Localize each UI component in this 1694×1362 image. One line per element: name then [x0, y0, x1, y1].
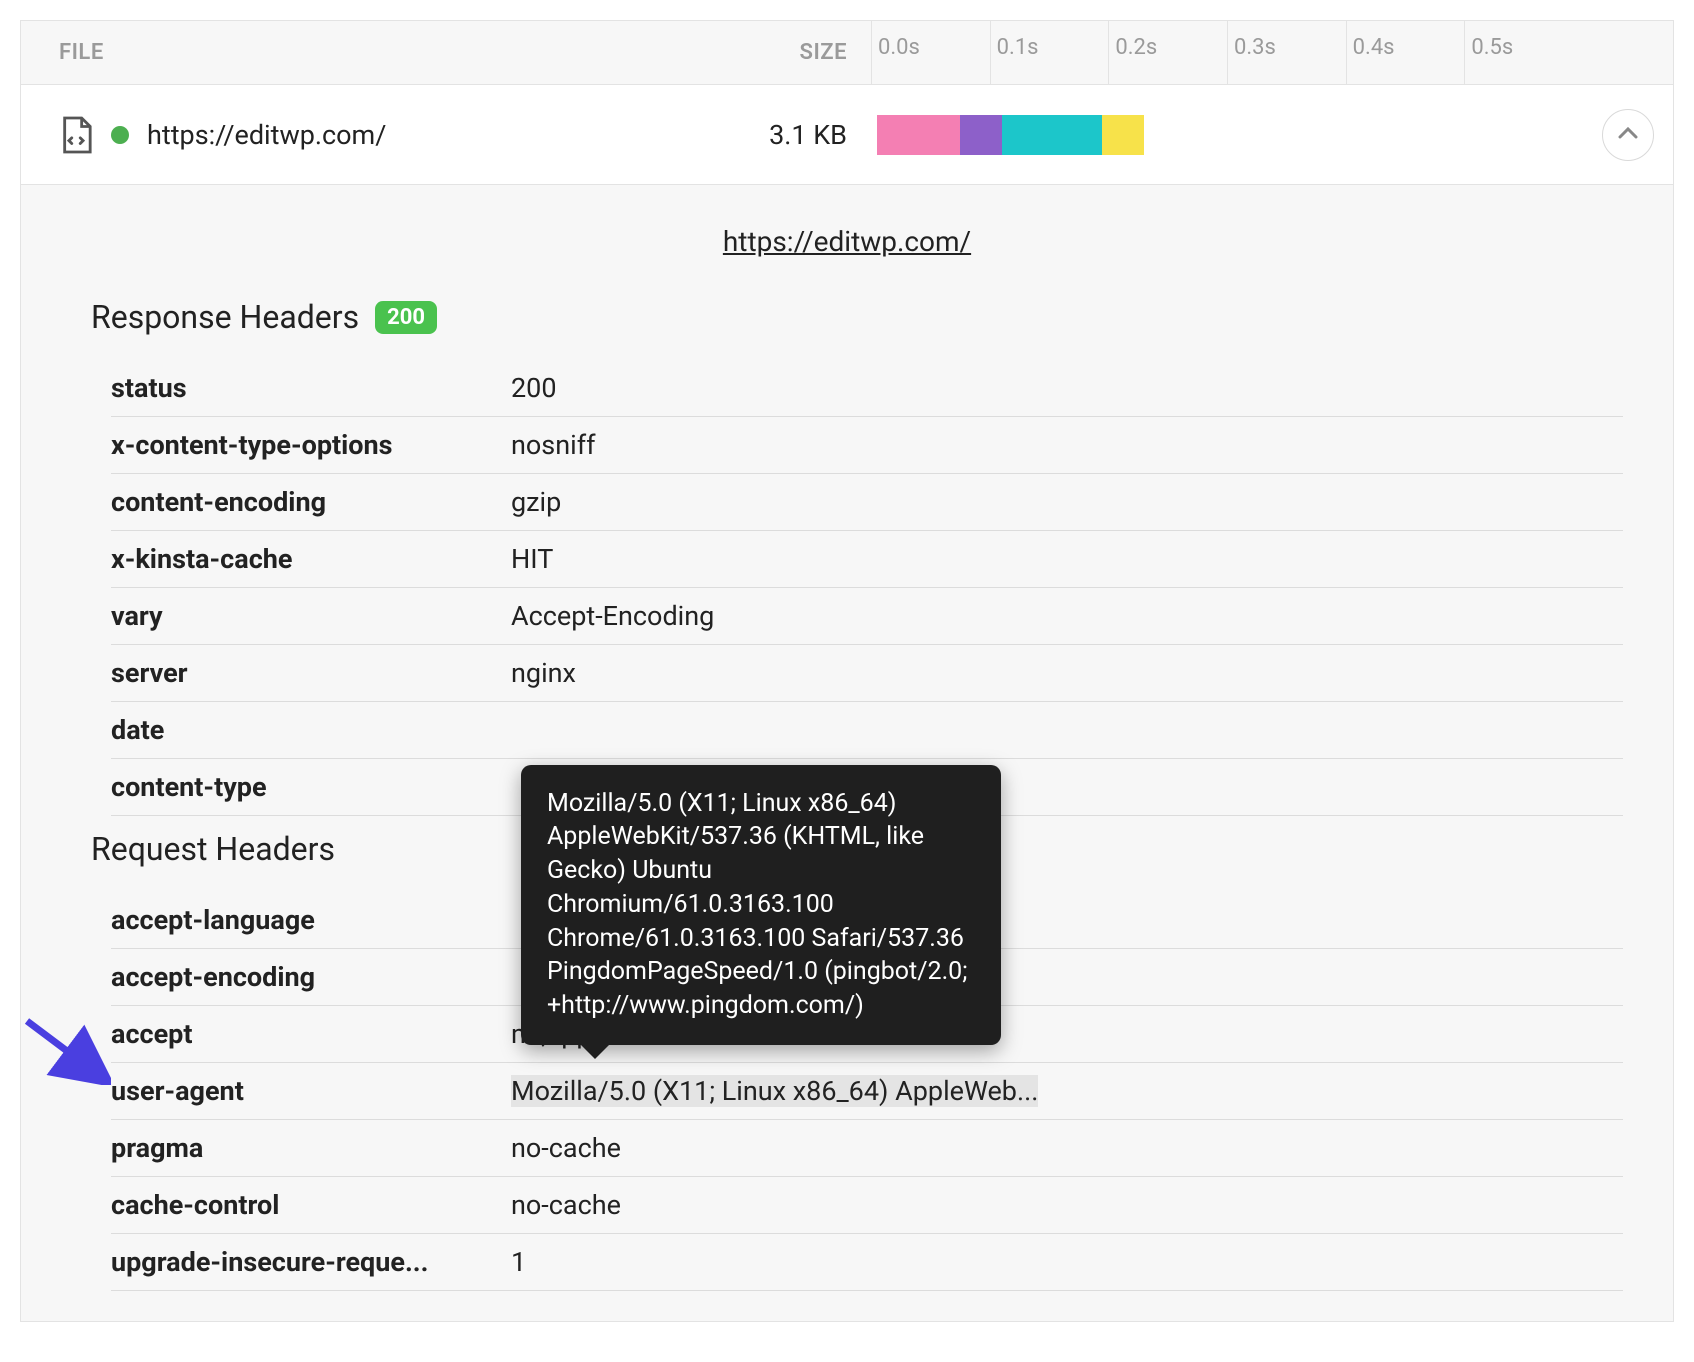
- header-key: x-kinsta-cache: [111, 531, 511, 588]
- header-key: server: [111, 645, 511, 702]
- user-agent-tooltip: Mozilla/5.0 (X11; Linux x86_64) AppleWeb…: [521, 765, 1001, 1045]
- header-key: vary: [111, 588, 511, 645]
- header-value: 1: [511, 1234, 1623, 1291]
- header-key: x-content-type-options: [111, 417, 511, 474]
- col-header-spacer: [1583, 21, 1673, 84]
- response-header-row: status200: [111, 360, 1623, 417]
- waterfall-bar: [871, 115, 1583, 155]
- request-header-row: user-agentMozilla/5.0 (X11; Linux x86_64…: [111, 1063, 1623, 1120]
- timing-segment: [1102, 115, 1144, 155]
- header-key: accept-encoding: [111, 949, 511, 1006]
- header-key: accept: [111, 1006, 511, 1063]
- timing-segment: [1002, 115, 1103, 155]
- header-value: nginx: [511, 645, 1623, 702]
- response-header-row: x-kinsta-cacheHIT: [111, 531, 1623, 588]
- response-header-row: date: [111, 702, 1623, 759]
- request-header-row: upgrade-insecure-reque...1: [111, 1234, 1623, 1291]
- document-code-icon: [59, 115, 93, 155]
- header-key: content-type: [111, 759, 511, 816]
- response-header-row: servernginx: [111, 645, 1623, 702]
- annotation-arrow-icon: [21, 1015, 111, 1085]
- header-key: cache-control: [111, 1177, 511, 1234]
- timeline-tick: 0.3s: [1227, 21, 1276, 84]
- response-headers-label: Response Headers: [91, 298, 359, 336]
- header-value: gzip: [511, 474, 1623, 531]
- col-header-size: SIZE: [611, 21, 871, 84]
- header-key: content-encoding: [111, 474, 511, 531]
- request-row[interactable]: https://editwp.com/ 3.1 KB: [21, 85, 1673, 185]
- header-key: date: [111, 702, 511, 759]
- timeline-tick: 0.4s: [1346, 21, 1395, 84]
- timeline-tick: 0.2s: [1108, 21, 1157, 84]
- request-details: https://editwp.com/ Response Headers 200…: [21, 185, 1673, 1321]
- response-headers-title: Response Headers 200: [91, 298, 1603, 336]
- timeline-cell: [871, 85, 1583, 184]
- timeline-tick: 0.0s: [871, 21, 920, 84]
- timeline-tick: 0.5s: [1464, 21, 1513, 84]
- header-value: no-cache: [511, 1177, 1623, 1234]
- request-header-row: pragmano-cache: [111, 1120, 1623, 1177]
- request-header-row: cache-controlno-cache: [111, 1177, 1623, 1234]
- header-value: no-cache: [511, 1120, 1623, 1177]
- response-header-row: content-encodinggzip: [111, 474, 1623, 531]
- header-value: HIT: [511, 531, 1623, 588]
- header-value: 200: [511, 360, 1623, 417]
- response-headers-table: status200x-content-type-optionsnosniffco…: [111, 360, 1623, 816]
- header-key: user-agent: [111, 1063, 511, 1120]
- header-value: [511, 702, 1623, 759]
- columns-header: FILE SIZE 0.0s 0.1s 0.2s 0.3s 0.4s 0.5s: [21, 21, 1673, 85]
- status-dot-icon: [111, 126, 129, 144]
- chevron-up-icon: [1618, 125, 1638, 144]
- header-key: status: [111, 360, 511, 417]
- header-value: Mozilla/5.0 (X11; Linux x86_64) AppleWeb…: [511, 1063, 1623, 1120]
- details-url[interactable]: https://editwp.com/: [91, 225, 1603, 258]
- request-size: 3.1 KB: [611, 119, 871, 151]
- header-key: pragma: [111, 1120, 511, 1177]
- timeline-tick: 0.1s: [990, 21, 1039, 84]
- header-key: upgrade-insecure-reque...: [111, 1234, 511, 1291]
- header-key: accept-language: [111, 892, 511, 949]
- waterfall-panel: FILE SIZE 0.0s 0.1s 0.2s 0.3s 0.4s 0.5s https…: [20, 20, 1674, 1322]
- request-url: https://editwp.com/: [147, 119, 386, 151]
- col-header-file: FILE: [21, 21, 611, 84]
- collapse-button[interactable]: [1602, 109, 1654, 161]
- timing-segment: [960, 115, 1002, 155]
- timing-segment: [877, 115, 960, 155]
- header-value: nosniff: [511, 417, 1623, 474]
- status-badge: 200: [375, 301, 437, 334]
- response-header-row: x-content-type-optionsnosniff: [111, 417, 1623, 474]
- response-header-row: varyAccept-Encoding: [111, 588, 1623, 645]
- header-value: Accept-Encoding: [511, 588, 1623, 645]
- timeline-header: 0.0s 0.1s 0.2s 0.3s 0.4s 0.5s: [871, 21, 1583, 84]
